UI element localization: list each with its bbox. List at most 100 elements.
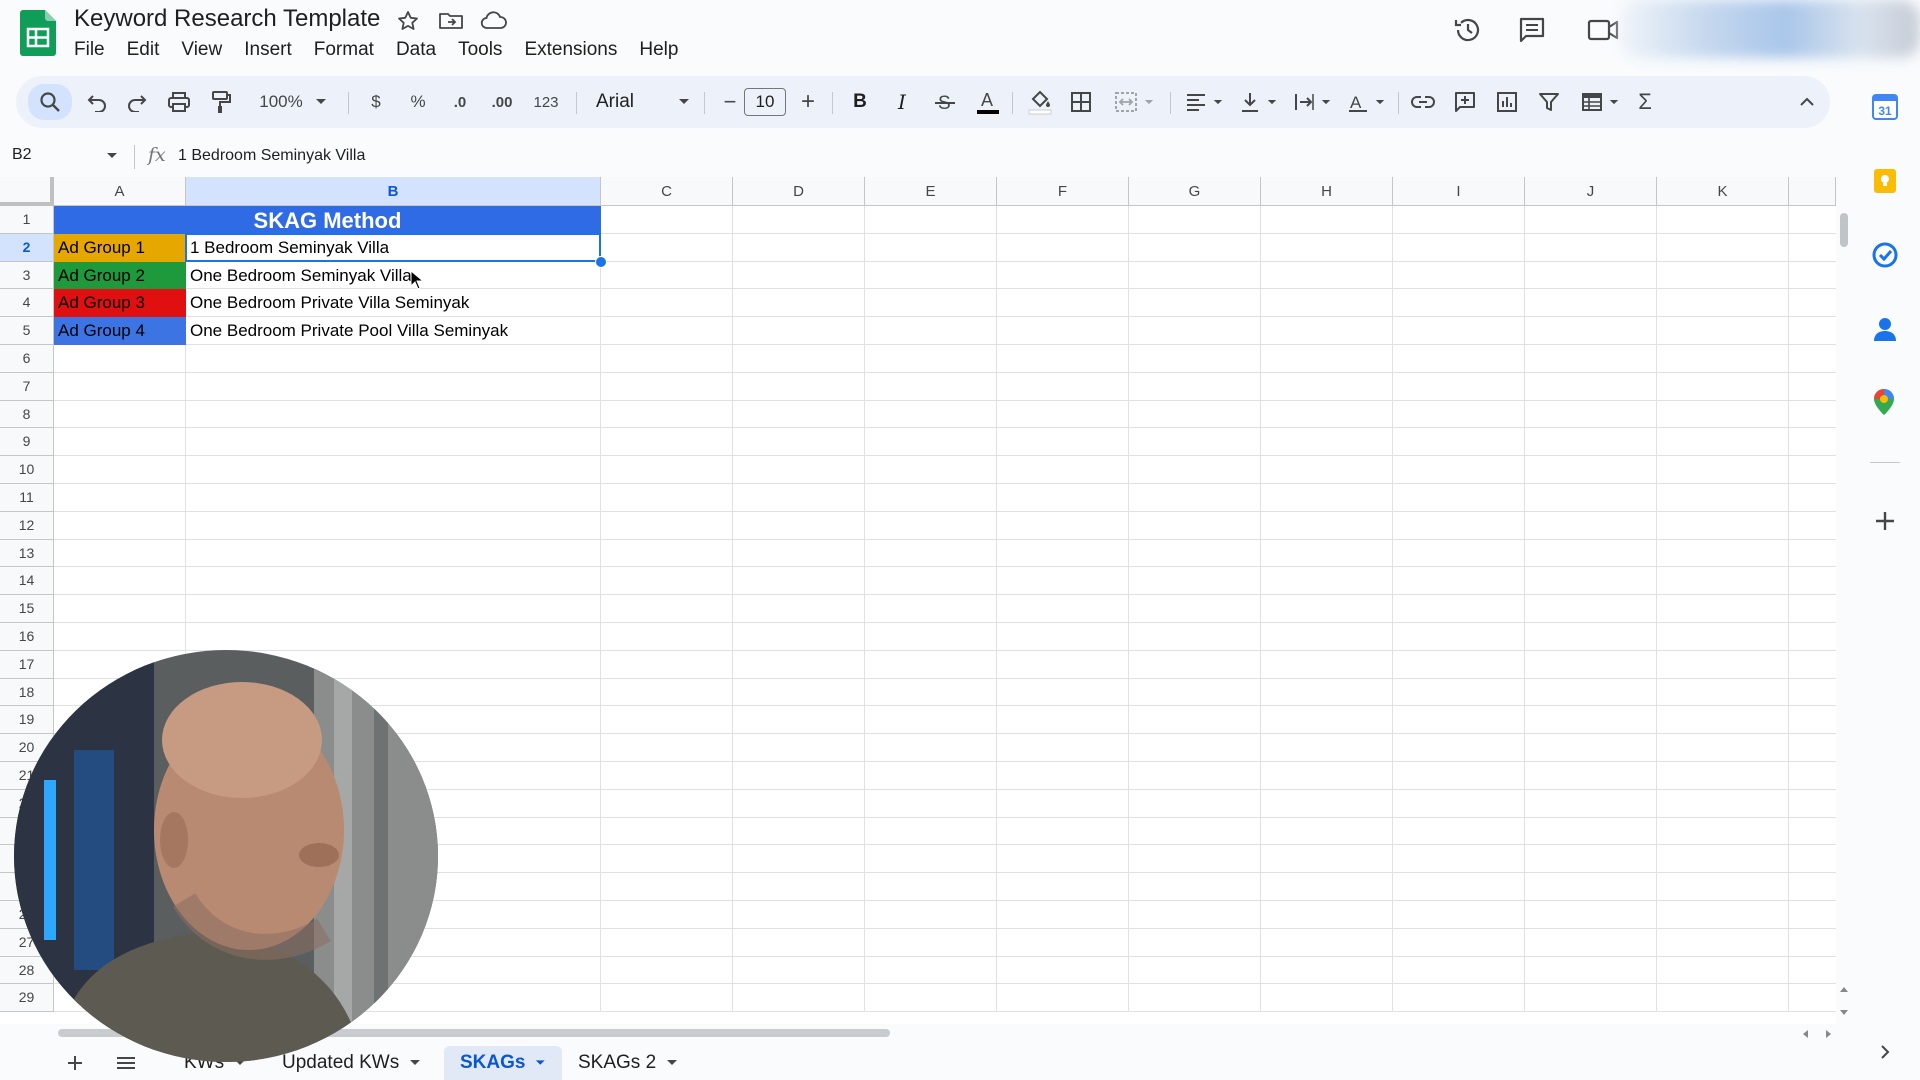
column-header-i[interactable]: I	[1393, 177, 1525, 206]
percent-format-button[interactable]: %	[404, 88, 432, 116]
menu-help[interactable]: Help	[628, 38, 689, 62]
row-header-7[interactable]: 7	[0, 372, 54, 401]
font-family-select[interactable]: Arial	[588, 88, 698, 116]
column-header-h[interactable]: H	[1261, 177, 1393, 206]
row-header-19[interactable]: 19	[0, 706, 54, 735]
increase-decimal-button[interactable]: .00	[482, 88, 522, 116]
print-button[interactable]	[164, 88, 194, 116]
column-header-c[interactable]: C	[601, 177, 733, 206]
fill-color-button[interactable]	[1024, 88, 1056, 116]
column-header-d[interactable]: D	[733, 177, 865, 206]
undo-button[interactable]	[82, 88, 112, 116]
row-header-5[interactable]: 5	[0, 317, 54, 345]
fill-handle[interactable]	[595, 255, 607, 268]
scroll-left-arrow-icon[interactable]	[1802, 1030, 1808, 1038]
column-header-e[interactable]: E	[865, 177, 997, 206]
name-box[interactable]: B2	[12, 146, 32, 164]
column-header-g[interactable]: G	[1129, 177, 1261, 206]
ad-group-label-cell[interactable]: Ad Group 2	[54, 261, 186, 290]
decrease-font-size-button[interactable]: −	[716, 88, 744, 116]
column-header-f[interactable]: F	[997, 177, 1129, 206]
menu-file[interactable]: File	[74, 38, 116, 62]
formula-input[interactable]: 1 Bedroom Seminyak Villa	[178, 147, 365, 165]
comments-icon[interactable]	[1516, 14, 1548, 46]
row-header-29[interactable]: 29	[0, 984, 54, 1013]
maps-icon[interactable]	[1873, 388, 1895, 416]
filter-views-button[interactable]	[1576, 88, 1624, 116]
text-color-button[interactable]: A	[972, 88, 1004, 116]
insert-chart-button[interactable]	[1492, 88, 1522, 116]
scroll-right-arrow-icon[interactable]	[1826, 1030, 1832, 1038]
row-header-3[interactable]: 3	[0, 261, 54, 290]
row-header-15[interactable]: 15	[0, 595, 54, 623]
column-header-a[interactable]: A	[54, 177, 186, 206]
bold-button[interactable]: B	[846, 88, 874, 116]
scroll-down-arrow-icon[interactable]	[1840, 1010, 1848, 1016]
keyword-cell[interactable]: One Bedroom Private Villa Seminyak	[186, 289, 601, 317]
vertical-scrollbar[interactable]	[1840, 213, 1848, 247]
insert-comment-button[interactable]	[1450, 88, 1480, 116]
add-icon[interactable]	[1874, 510, 1896, 532]
number-format-button[interactable]: 123	[526, 88, 566, 116]
calendar-icon[interactable]: 31	[1872, 94, 1898, 120]
column-header-b[interactable]: B	[186, 177, 601, 206]
paint-format-button[interactable]	[206, 88, 236, 116]
keyword-cell[interactable]: One Bedroom Private Pool Villa Seminyak	[186, 317, 601, 345]
filter-button[interactable]	[1534, 88, 1564, 116]
menu-insert[interactable]: Insert	[233, 38, 303, 62]
row-header-2[interactable]: 2	[0, 233, 54, 262]
row-header-14[interactable]: 14	[0, 567, 54, 596]
column-header-k[interactable]: K	[1657, 177, 1789, 206]
add-sheet-icon[interactable]	[64, 1052, 86, 1074]
text-wrapping-button[interactable]	[1288, 88, 1336, 116]
row-header-8[interactable]: 8	[0, 400, 54, 429]
menu-extensions[interactable]: Extensions	[513, 38, 628, 62]
menu-format[interactable]: Format	[303, 38, 385, 62]
keyword-cell[interactable]: 1 Bedroom Seminyak Villa	[186, 234, 601, 262]
row-header-10[interactable]: 10	[0, 456, 54, 484]
vertical-align-button[interactable]	[1234, 88, 1282, 116]
redo-button[interactable]	[122, 88, 152, 116]
borders-button[interactable]	[1066, 88, 1096, 116]
text-rotation-button[interactable]: A	[1342, 88, 1390, 116]
menu-data[interactable]: Data	[385, 38, 447, 62]
expand-side-panel-icon[interactable]	[1880, 1044, 1890, 1060]
tasks-icon[interactable]	[1872, 242, 1898, 268]
currency-format-button[interactable]: $	[362, 88, 390, 116]
row-header-11[interactable]: 11	[0, 484, 54, 512]
meet-video-icon[interactable]	[1586, 14, 1620, 46]
sheet-tab-skags[interactable]: SKAGs	[444, 1046, 562, 1080]
zoom-select[interactable]: 100%	[248, 88, 338, 116]
ad-group-label-cell[interactable]: Ad Group 4	[54, 317, 186, 345]
horizontal-align-button[interactable]	[1180, 88, 1228, 116]
collapse-toolbar-button[interactable]	[1792, 88, 1822, 116]
skag-method-title-cell[interactable]: SKAG Method	[54, 206, 601, 234]
search-menus-button[interactable]	[28, 84, 72, 120]
functions-button[interactable]: Σ	[1630, 88, 1660, 116]
row-header-6[interactable]: 6	[0, 345, 54, 373]
contacts-icon[interactable]	[1873, 316, 1897, 342]
strikethrough-button[interactable]: S	[930, 88, 960, 116]
move-folder-icon[interactable]	[438, 9, 464, 33]
row-header-17[interactable]: 17	[0, 650, 54, 679]
keep-icon[interactable]	[1873, 168, 1897, 194]
sheets-logo-icon[interactable]	[20, 10, 56, 56]
font-size-input[interactable]: 10	[744, 88, 786, 116]
document-title[interactable]: Keyword Research Template	[74, 5, 380, 33]
scroll-up-arrow-icon[interactable]	[1840, 986, 1848, 992]
merge-cells-button[interactable]	[1106, 88, 1162, 116]
account-area[interactable]	[1620, 0, 1920, 58]
name-box-dropdown-icon[interactable]	[106, 152, 118, 160]
cloud-status-icon[interactable]	[480, 9, 508, 33]
star-icon[interactable]	[396, 9, 420, 33]
insert-link-button[interactable]	[1408, 88, 1438, 116]
row-header-18[interactable]: 18	[0, 678, 54, 707]
row-header-16[interactable]: 16	[0, 623, 54, 651]
menu-tools[interactable]: Tools	[447, 38, 513, 62]
row-header-13[interactable]: 13	[0, 539, 54, 568]
italic-button[interactable]: I	[888, 88, 916, 116]
menu-edit[interactable]: Edit	[116, 38, 171, 62]
row-header-9[interactable]: 9	[0, 428, 54, 457]
keyword-cell[interactable]: One Bedroom Seminyak Villa	[186, 262, 601, 290]
ad-group-label-cell[interactable]: Ad Group 3	[54, 289, 186, 318]
